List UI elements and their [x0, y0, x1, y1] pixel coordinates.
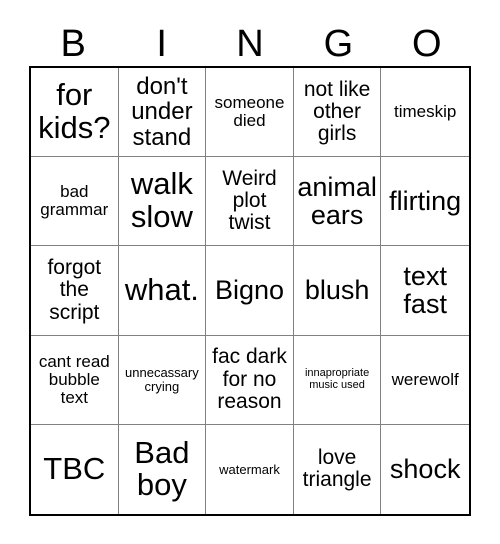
bingo-cell-label: Weird plot twist	[222, 166, 277, 235]
bingo-cell[interactable]: unnecassary crying	[118, 335, 207, 425]
bingo-cell[interactable]: cant read bubble text	[31, 335, 119, 425]
bingo-cell[interactable]: text fast	[381, 246, 469, 336]
bingo-cell[interactable]: animal ears	[293, 157, 382, 247]
bingo-cell-label: what.	[124, 272, 199, 308]
bingo-grid: for kids? don't under stand someone died…	[29, 66, 471, 516]
bingo-cell[interactable]: Weird plot twist	[206, 157, 294, 247]
bingo-cell[interactable]: don't under stand	[118, 68, 207, 158]
bingo-cell[interactable]: Bad boy	[118, 424, 207, 514]
bingo-cell[interactable]: shock	[381, 424, 469, 514]
bingo-cell-label: text fast	[403, 260, 447, 320]
bingo-cell-label: unnecassary crying	[125, 364, 199, 394]
bingo-header-letter-o: O	[412, 23, 442, 65]
bingo-header-letter-g: G	[323, 23, 354, 65]
bingo-cell-label: shock	[389, 454, 461, 485]
bingo-header-letter-n: N	[236, 23, 264, 65]
bingo-cell-label: werewolf	[391, 369, 459, 389]
bingo-cell[interactable]: watermark	[206, 424, 294, 514]
bingo-cell-label: fac dark for no reason	[212, 345, 287, 413]
bingo-cell-label: innapropriate music used	[304, 367, 370, 391]
bingo-cell-label: cant read bubble text	[38, 351, 110, 407]
bingo-cell[interactable]: what.	[118, 246, 207, 336]
bingo-cell-label: flirting	[389, 185, 462, 216]
bingo-header-letter-i: I	[156, 23, 167, 65]
bingo-cell[interactable]: love triangle	[293, 424, 382, 514]
bingo-cell-label: love triangle	[302, 446, 372, 492]
bingo-cell[interactable]: timeskip	[381, 68, 469, 158]
bingo-header-row: B I N G O	[29, 22, 471, 66]
bingo-cell-center[interactable]: Bigno	[206, 246, 294, 336]
bingo-cell[interactable]: fac dark for no reason	[206, 335, 294, 425]
bingo-cell-label: timeskip	[394, 102, 457, 122]
bingo-cell-label: watermark	[219, 461, 280, 477]
bingo-cell-label: Bad boy	[134, 434, 190, 503]
bingo-cell-label: forgot the script	[47, 256, 102, 324]
bingo-cell-label: animal ears	[297, 171, 377, 231]
bingo-cell-label: don't under stand	[131, 72, 193, 151]
bingo-cell[interactable]: werewolf	[381, 335, 469, 425]
bingo-cell[interactable]: someone died	[206, 68, 294, 158]
bingo-cell[interactable]: not like other girls	[293, 68, 382, 158]
bingo-cell-label: walk slow	[130, 166, 193, 235]
bingo-cell-label: not like other girls	[303, 77, 371, 146]
bingo-cell[interactable]: bad grammar	[31, 157, 119, 247]
bingo-cell-label: blush	[304, 275, 370, 306]
bingo-cell[interactable]: innapropriate music used	[293, 335, 382, 425]
bingo-cell-label: bad grammar	[40, 182, 109, 220]
bingo-cell[interactable]: blush	[293, 246, 382, 336]
bingo-cell-label: Bigno	[214, 275, 285, 306]
bingo-cell[interactable]: walk slow	[118, 157, 207, 247]
bingo-cell-label: for kids?	[38, 77, 111, 146]
bingo-cell[interactable]: TBC	[31, 424, 119, 514]
bingo-header-letter-b: B	[60, 23, 86, 65]
bingo-cell[interactable]: forgot the script	[31, 246, 119, 336]
bingo-cell-label: someone died	[214, 93, 285, 131]
bingo-cell[interactable]: flirting	[381, 157, 469, 247]
bingo-cell[interactable]: for kids?	[31, 68, 119, 158]
bingo-cell-label: TBC	[43, 450, 106, 486]
bingo-card: B I N G O for kids? don't under stand so…	[0, 0, 500, 544]
